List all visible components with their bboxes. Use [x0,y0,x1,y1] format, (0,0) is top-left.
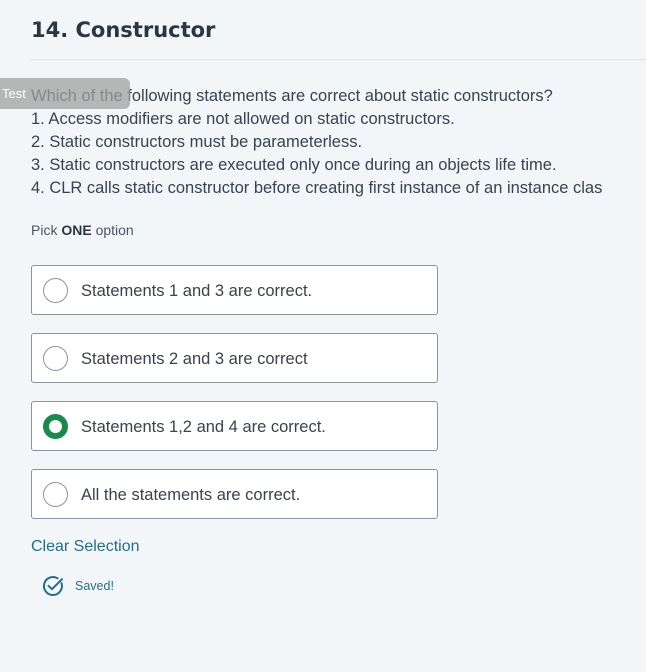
pick-instruction: Pick ONE option [31,222,134,238]
question-line-2: 2. Static constructors must be parameter… [31,133,363,151]
clear-selection-link[interactable]: Clear Selection [31,538,140,556]
question-line-1: 1. Access modifiers are not allowed on s… [31,110,455,128]
pick-suffix: option [91,222,134,238]
option-2[interactable]: Statements 1,2 and 4 are correct. [31,401,438,451]
question-page: 14. Constructor Which of the following s… [0,0,646,672]
option-1[interactable]: Statements 2 and 3 are correct [31,333,438,383]
option-label-2: Statements 1,2 and 4 are correct. [81,418,326,436]
option-3[interactable]: All the statements are correct. [31,469,438,519]
question-line-4: 4. CLR calls static constructor before c… [31,179,603,197]
test-badge: Test [0,78,130,109]
radio-button-3[interactable] [43,482,68,507]
question-line-3: 3. Static constructors are executed only… [31,156,557,174]
saved-text: Saved! [75,579,114,593]
title-divider [31,59,646,60]
page-title: 14. Constructor [31,18,216,42]
radio-button-0[interactable] [43,278,68,303]
pick-prefix: Pick [31,222,62,238]
option-label-0: Statements 1 and 3 are correct. [81,282,313,300]
option-0[interactable]: Statements 1 and 3 are correct. [31,265,438,315]
option-label-3: All the statements are correct. [81,486,301,504]
option-label-1: Statements 2 and 3 are correct [81,350,308,368]
radio-button-2[interactable] [43,414,68,439]
pick-emphasis: ONE [61,222,92,238]
saved-status: Saved! [41,574,114,598]
radio-button-1[interactable] [43,346,68,371]
check-circle-icon [41,574,65,598]
